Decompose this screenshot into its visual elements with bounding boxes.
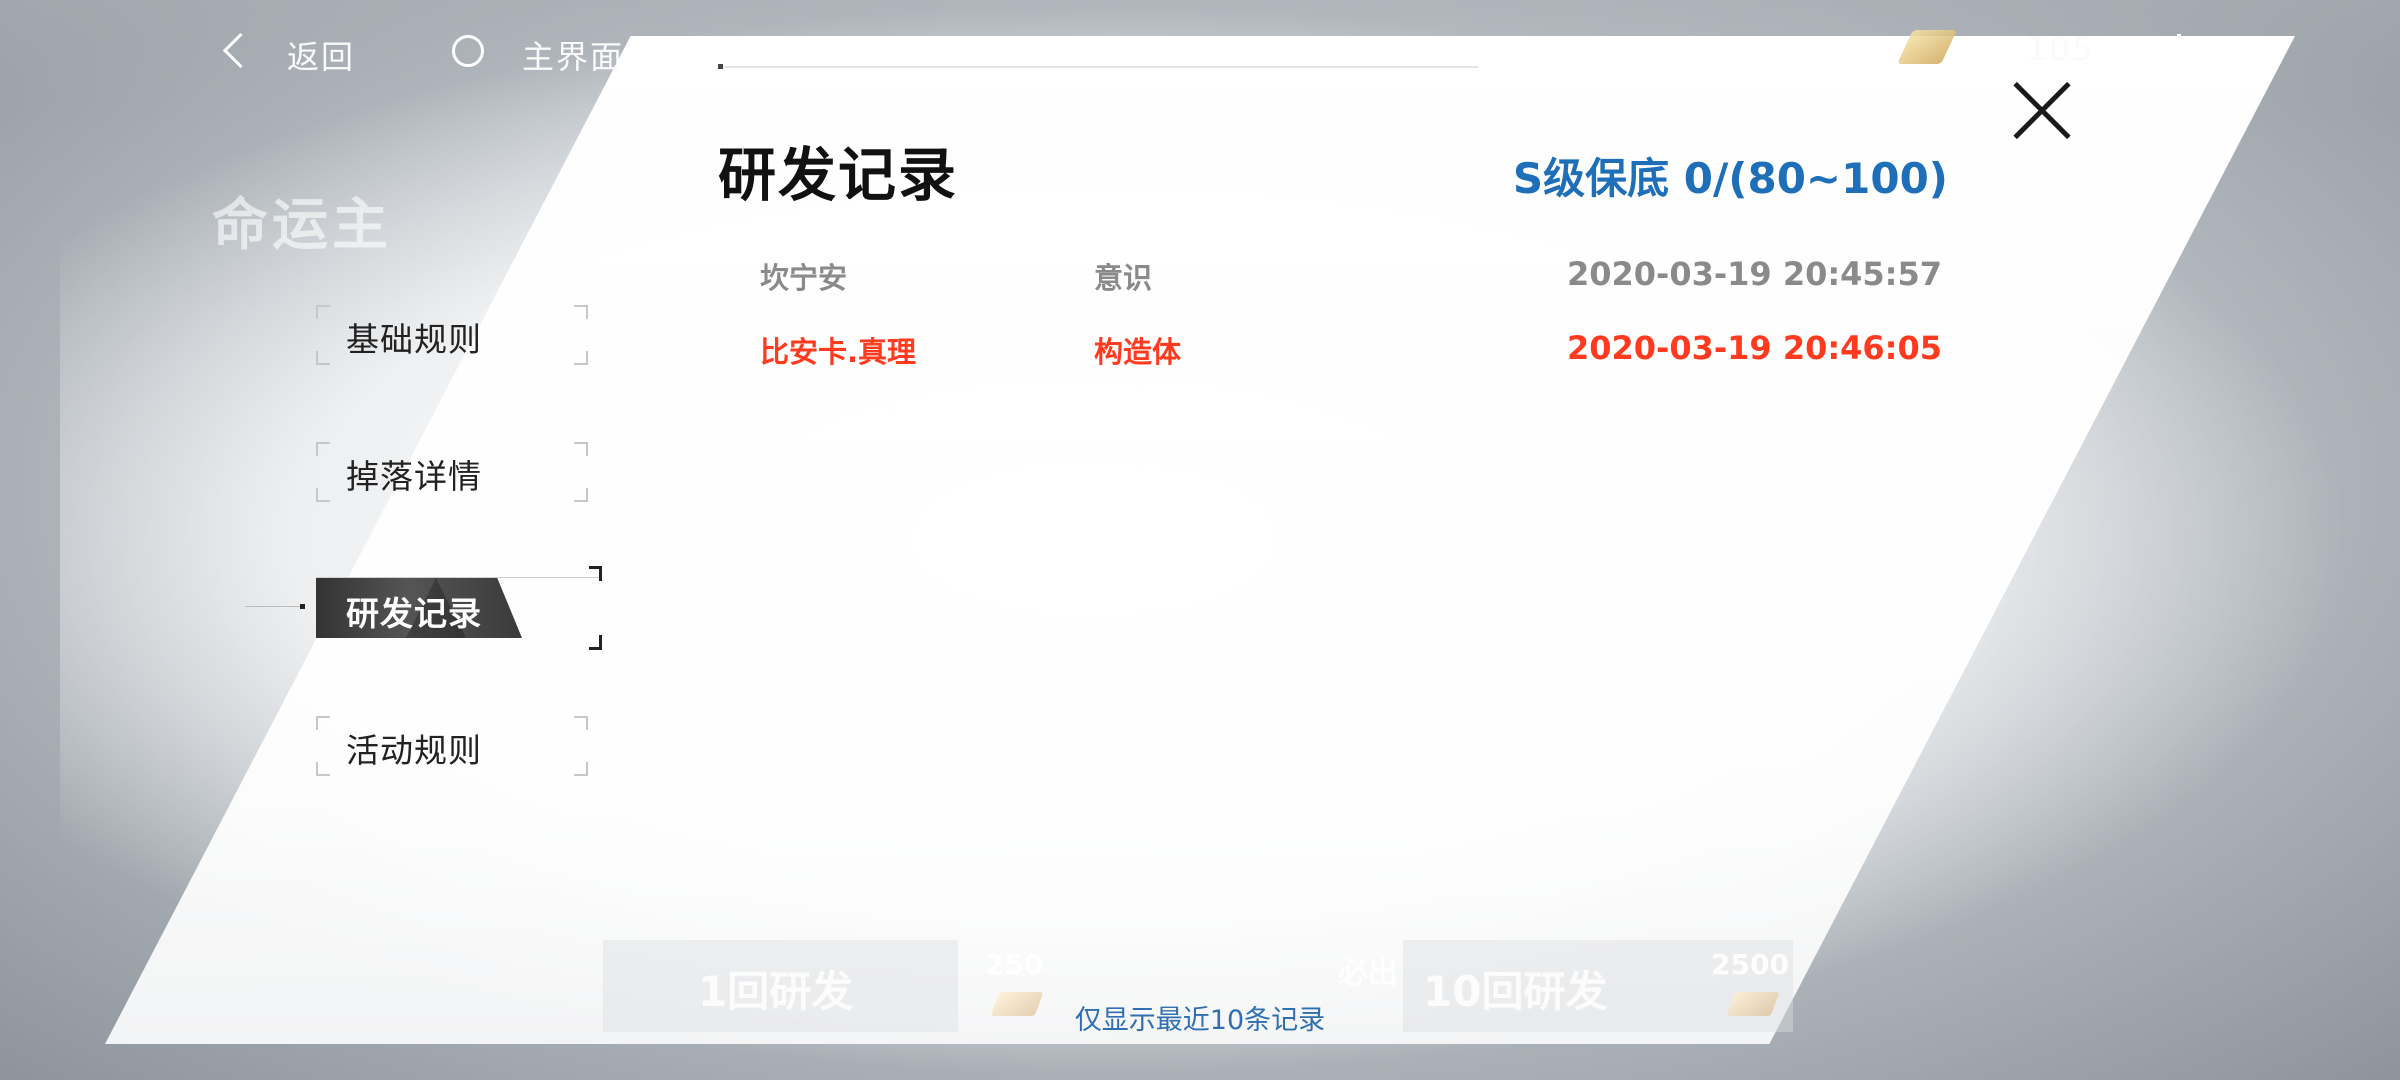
record-type: 构造体 <box>1094 335 1182 369</box>
ten-pull-cost: 2500 <box>1711 948 1789 981</box>
sidebar-item-label: 活动规则 <box>346 731 482 770</box>
pity-counter: S级保底 0/(80~100) <box>1512 154 1948 203</box>
sidebar-item-drop-details[interactable]: 掉落详情 <box>316 442 588 502</box>
sidebar-item-dev-records[interactable]: 研发记录 <box>316 566 602 650</box>
record-name: 坎宁安 <box>760 261 848 295</box>
divider-line <box>718 66 1478 68</box>
background-banner-title: 命运主 <box>212 193 392 258</box>
sidebar-item-event-rules[interactable]: 活动规则 <box>316 716 588 776</box>
currency-amount: 105 <box>2027 30 2095 68</box>
single-pull-cost: 250 <box>985 948 1044 981</box>
divider-dot <box>718 64 723 69</box>
gacha-screen: 命运主 0 返回 主界面 105 研发记录 S级保底 0/(80~100) 坎宁… <box>0 0 2400 1080</box>
home-label: 主界面 <box>522 38 625 76</box>
home-circle-icon <box>452 35 484 67</box>
sidebar-item-label: 研发记录 <box>346 594 482 633</box>
record-row: 比安卡.真理 构造体 2020-03-19 20:46:05 <box>760 329 1942 403</box>
record-list: 坎宁安 意识 2020-03-19 20:45:57 比安卡.真理 构造体 20… <box>760 255 1942 403</box>
footer-note: 仅显示最近10条记录 <box>1074 1005 1326 1036</box>
guarantee-tag: 必出 <box>1338 956 1398 991</box>
sidebar-item-label: 基础规则 <box>346 320 482 359</box>
active-indicator-dot <box>300 604 305 609</box>
active-indicator-line <box>245 606 303 607</box>
record-row: 坎宁安 意识 2020-03-19 20:45:57 <box>760 255 1942 329</box>
sidebar-item-basic-rules[interactable]: 基础规则 <box>316 305 588 365</box>
dialog-title: 研发记录 <box>718 141 959 209</box>
sidebar-item-label: 掉落详情 <box>346 457 482 496</box>
back-label: 返回 <box>287 38 356 76</box>
close-icon[interactable] <box>2010 78 2074 142</box>
record-time: 2020-03-19 20:46:05 <box>1566 329 1942 367</box>
record-dialog-panel <box>105 36 2295 1044</box>
add-currency-icon[interactable] <box>2160 30 2198 68</box>
record-time: 2020-03-19 20:45:57 <box>1566 255 1942 293</box>
record-name: 比安卡.真理 <box>760 335 917 369</box>
record-type: 意识 <box>1094 261 1153 295</box>
